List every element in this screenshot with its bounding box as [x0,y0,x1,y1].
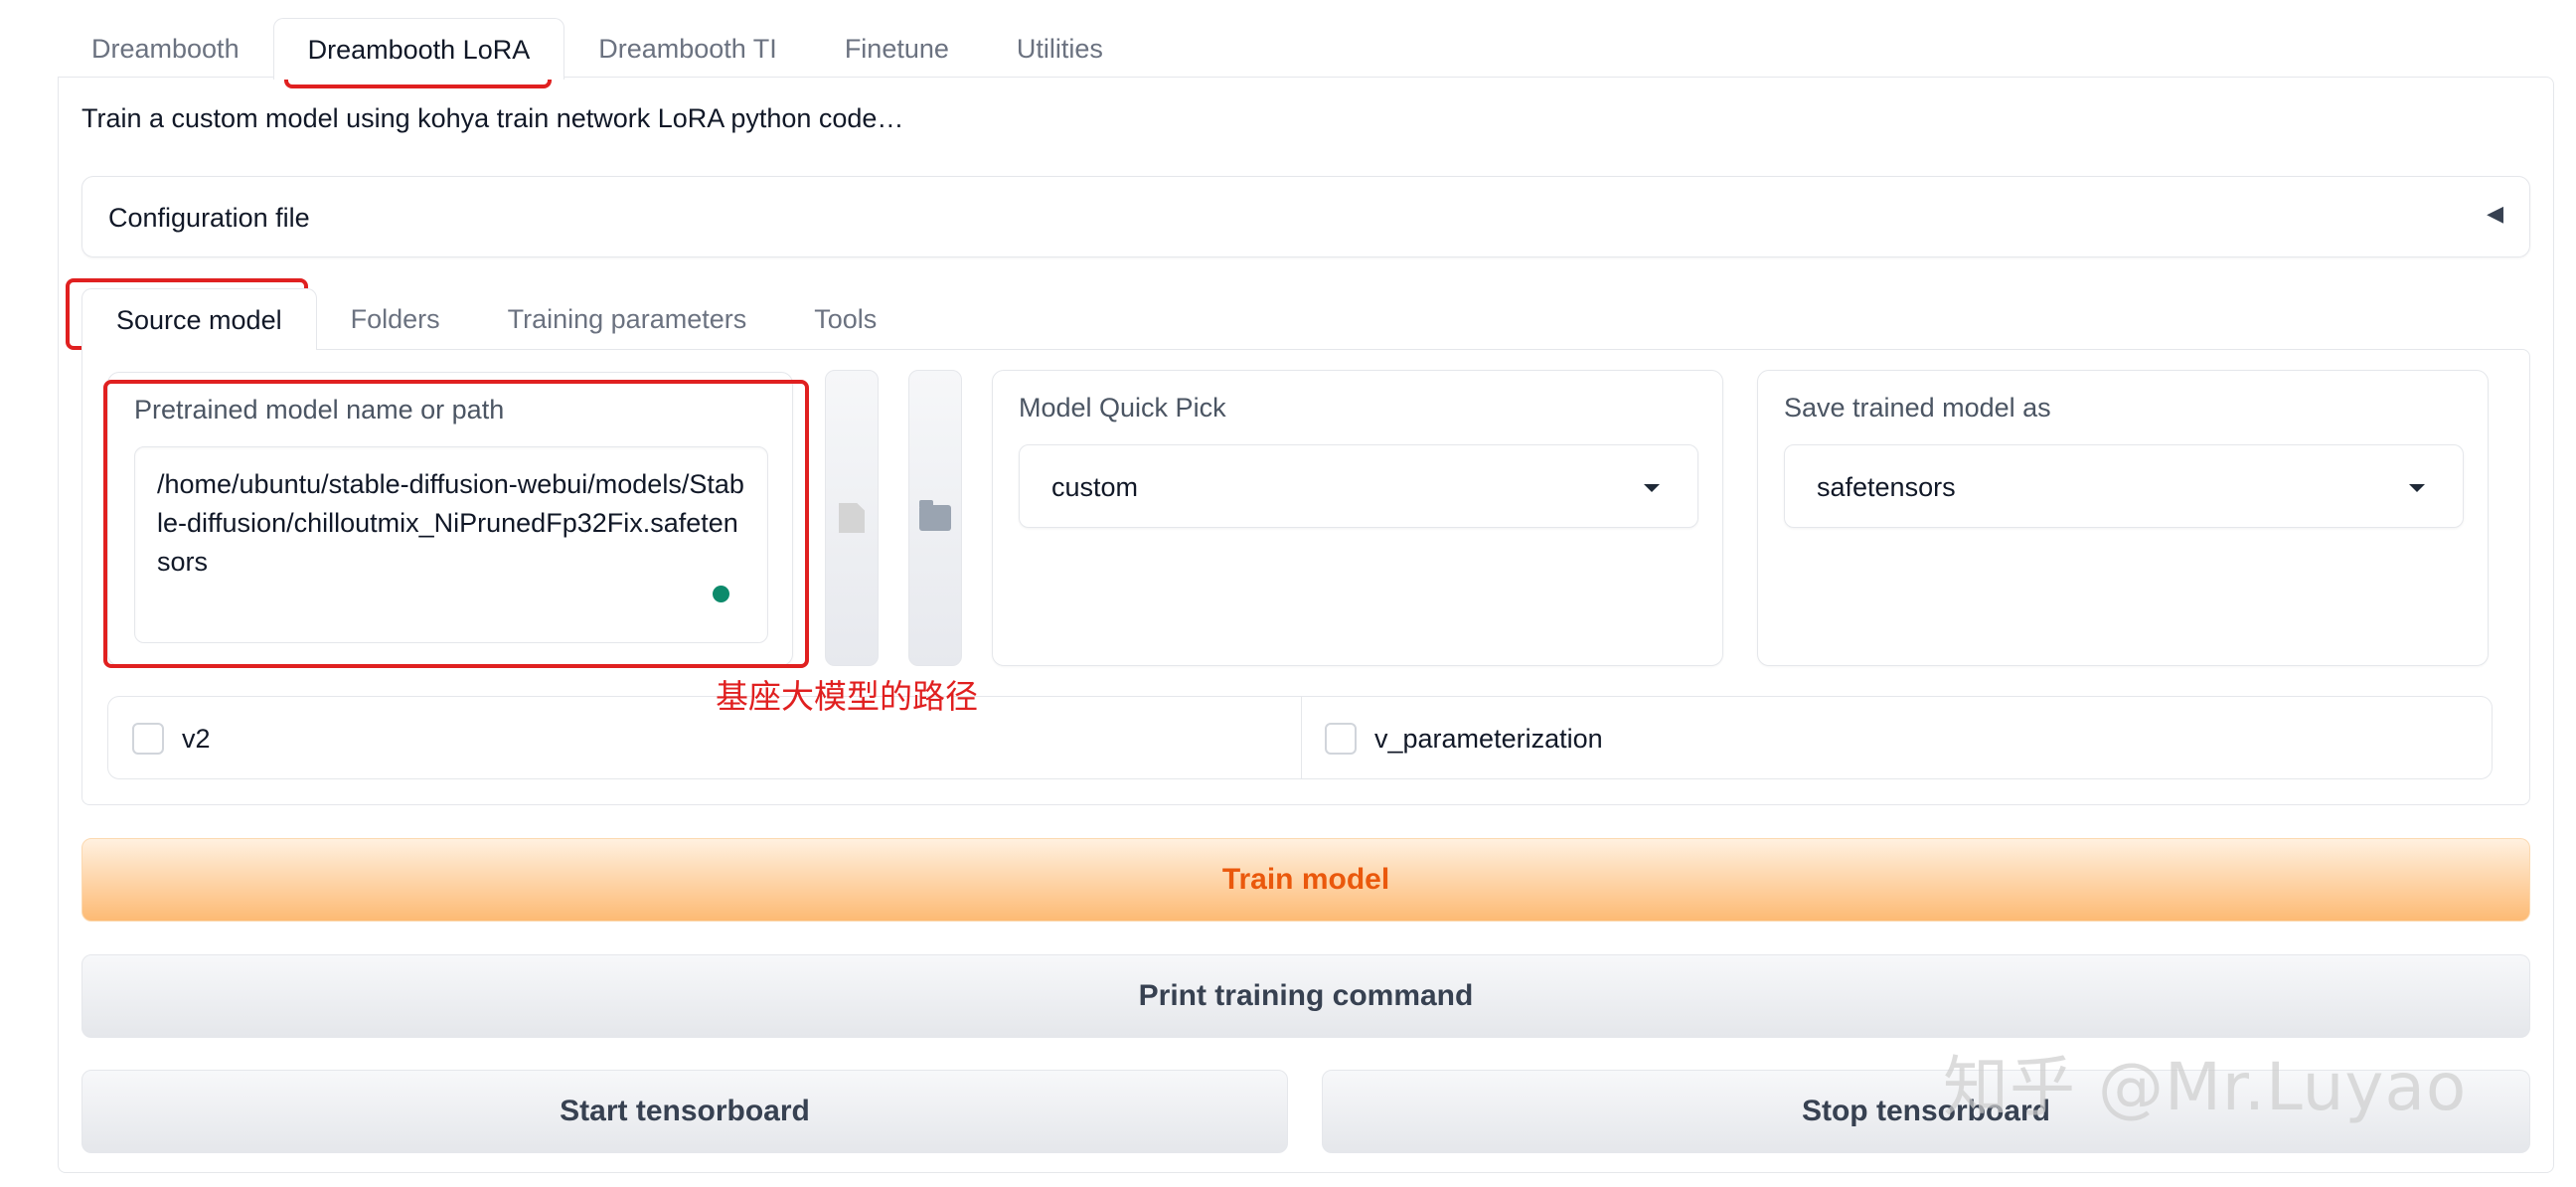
highlight-box-pretrained-path [103,380,809,668]
start-tensorboard-button[interactable]: Start tensorboard [81,1070,1288,1153]
tab-dreambooth-lora[interactable]: Dreambooth LoRA [272,18,565,80]
v-parameterization-checkbox-group[interactable]: v_parameterization [1325,723,1603,755]
tab-dreambooth-ti[interactable]: Dreambooth TI [564,18,811,80]
v2-label: v2 [182,723,211,754]
save-model-as-block: Save trained model as safetensors [1757,370,2489,666]
tab-tools[interactable]: Tools [780,288,910,350]
select-file-button[interactable] [825,370,879,666]
tab-training-parameters[interactable]: Training parameters [474,288,781,350]
v2-checkbox[interactable] [132,723,164,755]
v2-checkbox-group[interactable]: v2 [132,723,211,755]
sub-tab-bar: Source model Folders Training parameters… [81,288,910,350]
page-description: Train a custom model using kohya train n… [81,103,904,133]
tab-source-model[interactable]: Source model [81,288,317,350]
print-training-command-button[interactable]: Print training command [81,954,2530,1038]
v-parameterization-checkbox[interactable] [1325,723,1357,755]
file-icon [839,503,865,533]
tab-finetune[interactable]: Finetune [811,18,983,80]
configuration-file-accordion[interactable]: Configuration file ◀ [81,176,2530,257]
model-version-checkbox-row: v2 v_parameterization [107,696,2493,779]
model-quick-pick-block: Model Quick Pick custom [992,370,1723,666]
tab-utilities[interactable]: Utilities [983,18,1137,80]
model-quick-pick-value: custom [1051,472,1139,502]
divider [1301,697,1302,778]
save-model-as-value: safetensors [1817,472,1956,502]
caret-down-icon [2409,484,2425,492]
tab-dreambooth[interactable]: Dreambooth [58,18,273,80]
model-quick-pick-label: Model Quick Pick [1019,393,1226,423]
watermark: 知乎 @Mr.Luyao [1943,1049,2468,1125]
save-model-as-dropdown[interactable]: safetensors [1784,444,2464,528]
collapse-arrow-icon[interactable]: ◀ [2487,201,2503,227]
train-model-button[interactable]: Train model [81,838,2530,922]
top-tab-bar: Dreambooth Dreambooth LoRA Dreambooth TI… [58,18,1137,80]
v-parameterization-label: v_parameterization [1374,723,1603,754]
model-quick-pick-dropdown[interactable]: custom [1019,444,1698,528]
caret-down-icon [1644,484,1660,492]
folder-open-icon [919,500,951,531]
tab-folders[interactable]: Folders [317,288,474,350]
save-model-as-label: Save trained model as [1784,393,2051,423]
annotation-text: 基座大模型的路径 [716,677,978,716]
configuration-file-label: Configuration file [108,203,310,233]
select-folder-button[interactable] [908,370,962,666]
